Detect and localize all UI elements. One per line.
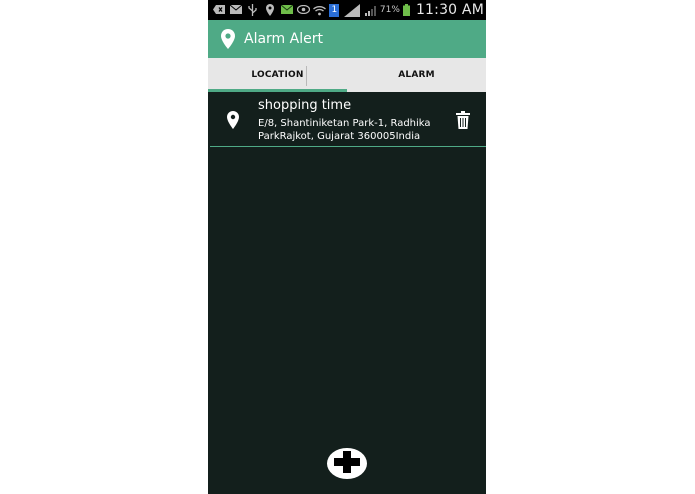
usb-icon xyxy=(246,3,259,16)
signal-weak-icon xyxy=(364,4,377,17)
backspace-icon xyxy=(212,3,225,16)
system-icons: 1 71% 11:30 AM xyxy=(312,2,484,18)
clock: 11:30 AM xyxy=(415,2,484,18)
trash-icon[interactable] xyxy=(456,111,470,129)
phone-screen: 1 71% 11:30 AM Alarm Alert LOCATION ALAR… xyxy=(208,0,486,494)
tab-location-label: LOCATION xyxy=(251,70,304,80)
eye-icon xyxy=(297,3,310,16)
battery-percent: 71% xyxy=(379,5,400,15)
message-icon xyxy=(280,3,293,16)
tab-divider xyxy=(306,66,307,86)
tab-alarm-label: ALARM xyxy=(398,70,435,80)
email-icon xyxy=(229,3,242,16)
wifi-icon xyxy=(312,4,326,17)
location-address: E/8, Shantiniketan Park-1, Radhika ParkR… xyxy=(258,118,431,142)
app-bar: Alarm Alert xyxy=(208,20,486,58)
add-location-button[interactable] xyxy=(327,448,367,479)
plus-icon xyxy=(334,450,360,477)
app-title: Alarm Alert xyxy=(244,31,323,47)
notification-icons xyxy=(212,3,310,16)
status-bar: 1 71% 11:30 AM xyxy=(208,0,486,20)
location-title: shopping time xyxy=(258,98,352,113)
battery-icon xyxy=(403,4,411,17)
location-icon xyxy=(263,3,276,16)
tab-bar: LOCATION ALARM xyxy=(208,58,486,92)
signal-icon xyxy=(343,3,361,17)
location-pin-icon xyxy=(227,111,239,129)
tab-location[interactable]: LOCATION xyxy=(208,58,347,92)
location-list-item[interactable]: shopping time E/8, Shantiniketan Park-1,… xyxy=(210,92,486,147)
location-pin-icon xyxy=(221,29,235,49)
tab-alarm[interactable]: ALARM xyxy=(347,58,486,92)
sim-badge-icon: 1 xyxy=(329,3,340,17)
